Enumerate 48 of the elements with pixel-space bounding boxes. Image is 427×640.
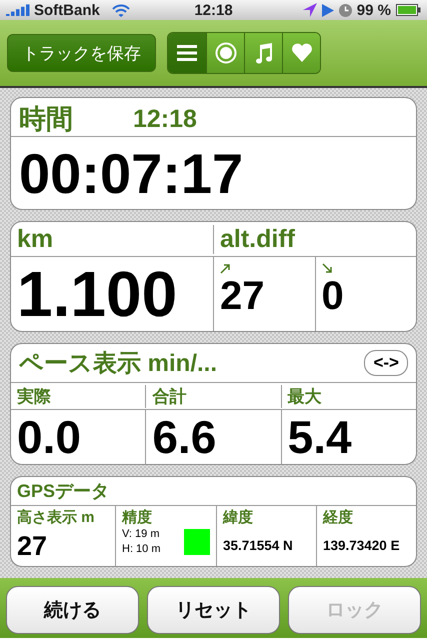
- signal-icon: [6, 4, 30, 16]
- altitude-label: 高さ表示 m: [17, 508, 96, 527]
- distance-label: km: [17, 224, 54, 252]
- battery-icon: [396, 4, 421, 16]
- pace-column-label: 実際: [17, 386, 51, 406]
- save-track-button[interactable]: トラックを保存: [7, 34, 156, 72]
- alarm-clock-icon: [338, 4, 352, 16]
- up-arrow-icon: [220, 263, 231, 274]
- location-arrow-icon: [302, 3, 317, 17]
- altitude-value: 27: [17, 531, 48, 562]
- pace-column-label: 最大: [288, 386, 322, 406]
- record-icon: [214, 42, 236, 64]
- carrier-name: SoftBank: [34, 2, 100, 18]
- vertical-accuracy: V: 19 m: [122, 527, 160, 542]
- accuracy-label: 精度: [122, 509, 152, 526]
- clock: 12:18: [194, 2, 233, 18]
- view-segment[interactable]: [282, 33, 320, 73]
- horizontal-accuracy: H: 10 m: [122, 542, 161, 557]
- pace-value: 5.4: [288, 410, 352, 464]
- latitude-label: 緯度: [223, 509, 253, 526]
- time-label: 時間: [19, 103, 73, 136]
- music-note-icon: [254, 42, 274, 64]
- longitude-label: 経度: [323, 509, 353, 526]
- elapsed-time: 00:07:17: [19, 140, 244, 206]
- current-time: 12:18: [133, 104, 197, 134]
- view-segment[interactable]: [206, 33, 244, 73]
- toggle-button[interactable]: <->: [364, 350, 408, 376]
- pace-value: 6.6: [152, 410, 216, 464]
- view-segment[interactable]: [168, 33, 206, 73]
- menu-icon: [177, 45, 197, 61]
- play-icon: [322, 4, 334, 16]
- ascent-value: 27: [220, 274, 266, 319]
- view-segment[interactable]: [244, 33, 282, 73]
- action-button[interactable]: リセット: [147, 586, 280, 634]
- altitude-diff-label: alt.diff: [220, 224, 295, 252]
- down-arrow-icon: [322, 263, 332, 274]
- pace-value: 0.0: [17, 410, 81, 464]
- action-button[interactable]: 続ける: [6, 586, 139, 634]
- distance-value: 1.100: [17, 257, 178, 331]
- gps-title: GPSデータ: [17, 480, 110, 503]
- pace-title: ペース表示 min/...: [19, 349, 218, 379]
- descent-value: 0: [322, 274, 345, 319]
- latitude-value: 35.71554 N: [223, 538, 293, 553]
- wifi-icon: [112, 4, 130, 16]
- pace-column-label: 合計: [152, 386, 186, 406]
- longitude-value: 139.73420 E: [323, 538, 400, 553]
- heart-icon: [290, 43, 312, 63]
- battery-percent: 99 %: [356, 2, 391, 18]
